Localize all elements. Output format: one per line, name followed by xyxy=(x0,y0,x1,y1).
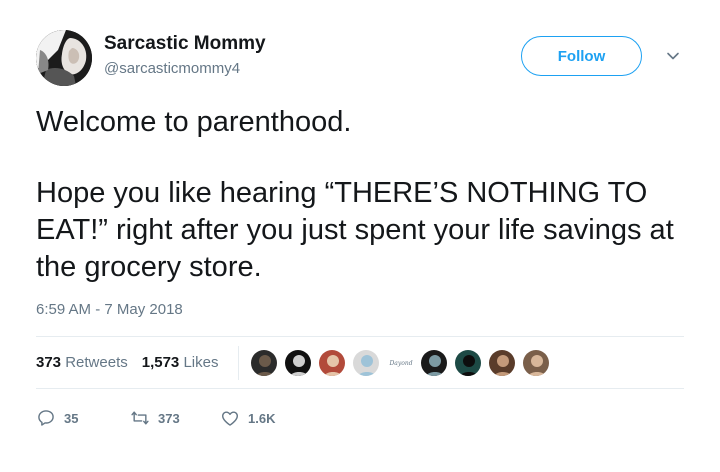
divider xyxy=(36,388,684,389)
stats-separator xyxy=(238,346,239,380)
like-count: 1.6K xyxy=(248,410,276,426)
retweet-icon xyxy=(131,411,149,425)
retweets-label: Retweets xyxy=(65,354,128,371)
profile-avatar[interactable] xyxy=(36,30,92,86)
retweets-count: 373 xyxy=(36,354,62,371)
tweet-text: Welcome to parenthood. Hope you like hea… xyxy=(36,104,696,286)
like-button[interactable]: 1.6K xyxy=(220,408,275,428)
retweet-count: 373 xyxy=(158,410,180,426)
divider xyxy=(36,336,684,337)
retweet-button[interactable]: 373 xyxy=(130,408,180,428)
liker-avatar-1[interactable] xyxy=(250,349,278,377)
liker-avatar-2[interactable] xyxy=(284,349,312,377)
reply-icon xyxy=(38,410,54,426)
profile-photo xyxy=(36,30,92,86)
liker-avatar-7[interactable] xyxy=(454,349,482,377)
liker-avatar-6[interactable] xyxy=(420,349,448,377)
liker-avatar-9[interactable] xyxy=(522,349,550,377)
tweet-timestamp[interactable]: 6:59 AM - 7 May 2018 xyxy=(36,301,183,318)
user-handle[interactable]: @sarcasticmommy4 xyxy=(104,60,240,77)
liker-avatar-5[interactable]: Dayond xyxy=(386,349,416,377)
chevron-down-icon[interactable] xyxy=(664,47,682,65)
reply-count: 35 xyxy=(64,410,79,426)
reply-button[interactable]: 35 xyxy=(36,408,78,428)
liker-avatar-8[interactable] xyxy=(488,349,516,377)
likes-label: Likes xyxy=(183,354,219,371)
heart-icon xyxy=(222,411,238,426)
liker-avatar-4[interactable] xyxy=(352,349,380,377)
liker-avatar-3[interactable] xyxy=(318,349,346,377)
tweet-paragraph: Welcome to parenthood. xyxy=(36,106,352,138)
retweets-stat[interactable]: 373 Retweets xyxy=(36,354,128,371)
display-name[interactable]: Sarcastic Mommy xyxy=(104,33,266,55)
likes-count: 1,573 xyxy=(141,354,180,371)
tweet-stats: 373 Retweets 1,573 Likes xyxy=(36,354,218,371)
likes-stat[interactable]: 1,573 Likes xyxy=(142,354,219,371)
tweet-paragraph: Hope you like hearing “THERE’S NOTHING T… xyxy=(36,177,674,283)
follow-button[interactable]: Follow xyxy=(521,36,642,76)
